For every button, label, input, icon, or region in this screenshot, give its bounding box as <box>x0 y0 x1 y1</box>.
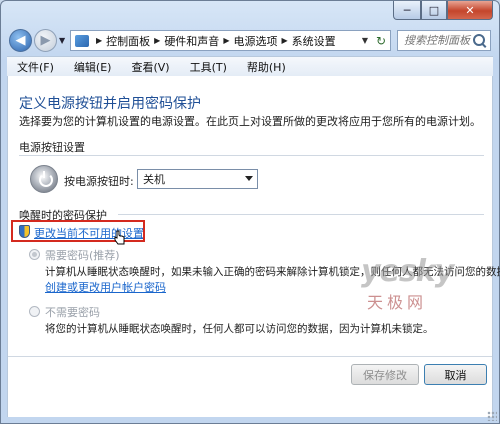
hand-cursor-icon <box>114 230 125 245</box>
window-caption-buttons: ─ □ ✕ <box>393 1 493 20</box>
breadcrumb-separator-icon[interactable]: ▶ <box>281 36 287 45</box>
power-icon <box>30 165 58 193</box>
refresh-icon[interactable]: ↻ <box>376 34 386 48</box>
chevron-down-icon <box>245 176 253 181</box>
recent-pages-dropdown-icon[interactable]: ▼ <box>59 36 65 45</box>
address-dropdown-icon[interactable]: ▼ <box>362 36 368 45</box>
section-divider <box>118 214 484 215</box>
menu-tools[interactable]: 工具(T) <box>190 59 227 75</box>
save-changes-button[interactable]: 保存修改 <box>351 364 419 385</box>
window: ─ □ ✕ ◀ ▶ ▼ ▶ 控制面板 ▶ 硬件和声音 ▶ 电源选项 ▶ 系统设置… <box>0 0 500 424</box>
menu-edit[interactable]: 编辑(E) <box>74 59 112 75</box>
navigation-bar: ◀ ▶ ▼ ▶ 控制面板 ▶ 硬件和声音 ▶ 电源选项 ▶ 系统设置 ▼ ↻ <box>9 29 491 53</box>
control-panel-icon <box>75 34 89 47</box>
back-button[interactable]: ◀ <box>9 29 32 52</box>
power-button-action-select[interactable]: 关机 <box>137 169 258 189</box>
minimize-button[interactable]: ─ <box>393 1 421 20</box>
search-input[interactable] <box>402 33 476 48</box>
menu-file[interactable]: 文件(F) <box>17 59 54 75</box>
power-button-label: 按电源按钮时: <box>64 175 134 188</box>
search-box[interactable] <box>397 30 491 51</box>
no-password-radio[interactable] <box>29 306 40 317</box>
breadcrumb-separator-icon[interactable]: ▶ <box>96 36 102 45</box>
address-bar[interactable]: ▶ 控制面板 ▶ 硬件和声音 ▶ 电源选项 ▶ 系统设置 ▼ ↻ <box>70 30 391 51</box>
footer-divider <box>8 356 492 357</box>
content-pane: 定义电源按钮并启用密码保护 选择要为您的计算机设置的电源设置。在此页上对设置所做… <box>7 76 500 417</box>
breadcrumb-system-settings[interactable]: 系统设置 <box>292 33 336 49</box>
require-password-radio[interactable] <box>29 249 40 260</box>
page-description: 选择要为您的计算机设置的电源设置。在此页上对设置所做的更改将应用于您所有的电源计… <box>19 115 481 128</box>
no-password-label: 不需要密码 <box>45 306 100 319</box>
cancel-button[interactable]: 取消 <box>424 364 487 385</box>
breadcrumb-hardware-sound[interactable]: 硬件和声音 <box>164 33 219 49</box>
search-icon[interactable] <box>473 34 485 46</box>
menu-bar: 文件(F) 编辑(E) 查看(V) 工具(T) 帮助(H) <box>7 56 493 77</box>
page-title: 定义电源按钮并启用密码保护 <box>19 96 201 112</box>
menu-view[interactable]: 查看(V) <box>131 59 169 75</box>
section-divider <box>19 155 484 156</box>
close-button[interactable]: ✕ <box>447 1 493 20</box>
resize-grip-icon[interactable] <box>487 411 497 421</box>
watermark-main-text: yesky <box>361 254 454 289</box>
forward-button[interactable]: ▶ <box>34 29 57 52</box>
yesky-watermark-logo: yesky 天极网 <box>361 254 456 312</box>
require-password-label: 需要密码(推荐) <box>45 249 120 262</box>
breadcrumb-power-options[interactable]: 电源选项 <box>233 33 277 49</box>
power-button-section-heading: 电源按钮设置 <box>19 141 85 154</box>
no-password-description: 将您的计算机从睡眠状态唤醒时，任何人都可以访问您的数据，因为计算机未锁定。 <box>45 323 434 335</box>
breadcrumb-separator-icon[interactable]: ▶ <box>223 36 229 45</box>
maximize-button[interactable]: □ <box>421 1 447 20</box>
watermark-sub-text: 天极网 <box>367 293 428 312</box>
menu-help[interactable]: 帮助(H) <box>247 59 286 75</box>
power-button-action-value: 关机 <box>143 173 165 186</box>
breadcrumb-separator-icon[interactable]: ▶ <box>154 36 160 45</box>
create-change-password-link[interactable]: 创建或更改用户帐户密码 <box>45 279 166 295</box>
breadcrumb-control-panel[interactable]: 控制面板 <box>106 33 150 49</box>
